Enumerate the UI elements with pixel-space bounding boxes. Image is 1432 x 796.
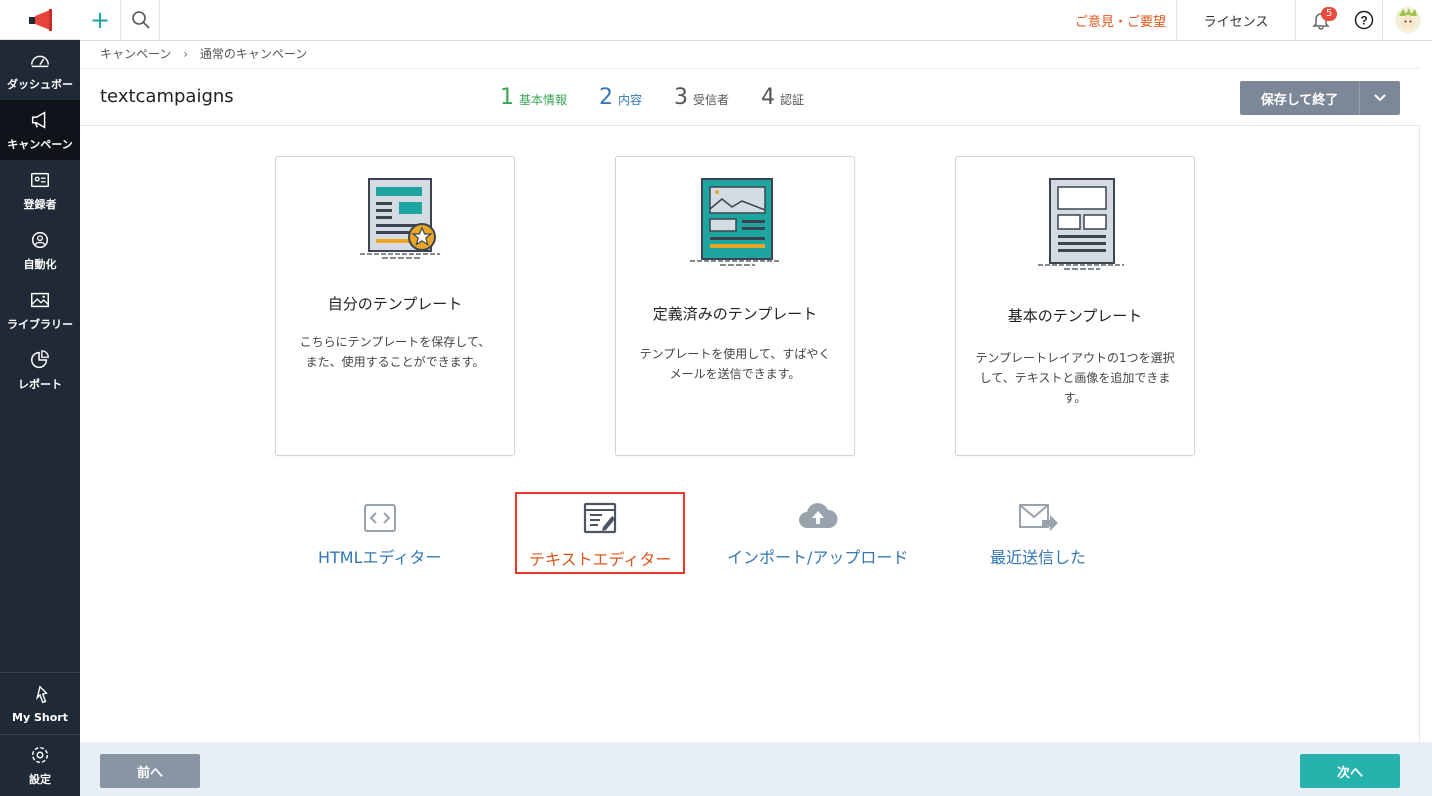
dashboard-icon <box>31 55 49 67</box>
sidebar-item-label: ライブラリー <box>7 317 73 331</box>
search-icon <box>131 11 150 29</box>
sidebar-item-label: My Short <box>12 710 68 724</box>
card-description: テンプレートレイアウトの1つを選択して、テキストと画像を追加できます。 <box>975 351 1175 405</box>
step-label: 受信者 <box>693 93 730 107</box>
my-template-icon <box>360 178 440 259</box>
card-predefined-templates[interactable]: 定義済みのテンプレート テンプレートを使用して、すばやくメールを送信できます。 <box>615 156 855 456</box>
footer-bar: 前へ 次へ <box>80 742 1432 796</box>
breadcrumb-current: 通常のキャンペーン <box>199 47 308 61</box>
sidebar-item-campaigns[interactable]: キャンペーン <box>0 100 80 160</box>
card-my-templates[interactable]: 自分のテンプレート こちらにテンプレートを保存して、また、使用することができます… <box>275 156 515 456</box>
sidebar-item-label: 設定 <box>29 773 51 786</box>
option-html-editor[interactable]: HTMLエディター <box>318 500 441 568</box>
step-number: 3 <box>674 85 689 110</box>
step-recipients[interactable]: 3 受信者 <box>674 85 729 110</box>
sidebar-item-label: 登録者 <box>23 197 57 211</box>
previous-button[interactable]: 前へ <box>100 754 200 788</box>
save-and-close-button[interactable]: 保存して終了 <box>1240 81 1400 115</box>
cloud-upload-icon <box>798 503 838 528</box>
notifications-button[interactable]: 5 <box>1296 0 1346 40</box>
step-label: 認証 <box>780 93 805 107</box>
feedback-link[interactable]: ご意見・ご要望 <box>1065 0 1176 40</box>
svg-text:?: ? <box>1360 14 1367 28</box>
campaign-header: textcampaigns 1 基本情報 2 内容 3 受信者 4 認証 保存し… <box>80 68 1420 126</box>
option-import-upload[interactable]: インポート/アップロード <box>727 500 908 568</box>
notification-badge: 5 <box>1321 7 1338 21</box>
sidebar-item-automation[interactable]: 自動化 <box>0 220 80 280</box>
library-icon <box>31 292 49 307</box>
search-button[interactable] <box>122 0 160 40</box>
option-label: HTMLエディター <box>318 548 442 567</box>
predefined-template-icon <box>690 178 780 266</box>
sidebar-item-contacts[interactable]: 登録者 <box>0 160 80 220</box>
help-button[interactable]: ? <box>1346 0 1382 40</box>
sidebar-item-label: 自動化 <box>23 257 57 271</box>
sidebar-item-dashboard[interactable]: ダッシュボー <box>0 40 80 100</box>
step-number: 2 <box>599 85 614 110</box>
sidebar-item-reports[interactable]: レポート <box>0 340 80 400</box>
step-basic-info[interactable]: 1 基本情報 <box>500 85 567 110</box>
settings-icon <box>31 746 49 764</box>
step-label: 内容 <box>618 93 643 107</box>
next-button[interactable]: 次へ <box>1300 754 1400 788</box>
sidebar: ダッシュボー キャンペーン 登録者 自動化 ライブラリー レポート My Sho… <box>0 0 80 796</box>
option-label: 最近送信した <box>990 548 1087 567</box>
mail-forward-icon <box>1019 504 1058 531</box>
create-button[interactable]: + <box>80 0 121 40</box>
user-avatar[interactable] <box>1382 0 1432 40</box>
card-basic-templates[interactable]: 基本のテンプレート テンプレートレイアウトの1つを選択して、テキストと画像を追加… <box>955 156 1195 456</box>
contacts-icon <box>31 172 49 187</box>
card-description: テンプレートを使用して、すばやくメールを送信できます。 <box>639 347 831 381</box>
breadcrumb: キャンペーン › 通常のキャンペーン <box>100 45 307 62</box>
card-title: 定義済みのテンプレート <box>652 305 818 323</box>
card-title: 自分のテンプレート <box>327 295 463 313</box>
step-review[interactable]: 4 認証 <box>761 85 804 110</box>
save-options-dropdown[interactable] <box>1360 81 1400 115</box>
sidebar-item-library[interactable]: ライブラリー <box>0 280 80 340</box>
help-icon: ? <box>1354 10 1374 30</box>
breadcrumb-root[interactable]: キャンペーン <box>100 47 171 61</box>
card-description: こちらにテンプレートを保存して、また、使用することができます。 <box>299 335 491 369</box>
step-indicator: 1 基本情報 2 内容 3 受信者 4 認証 <box>500 85 804 110</box>
sidebar-item-label: キャンペーン <box>7 137 73 151</box>
step-content[interactable]: 2 内容 <box>599 85 642 110</box>
chevron-right-icon: › <box>183 47 189 61</box>
megaphone-logo-icon <box>29 8 52 31</box>
content-divider <box>1419 126 1420 742</box>
top-bar: + ご意見・ご要望 ライセンス 5 ? <box>80 0 1432 41</box>
app-logo[interactable] <box>0 0 80 40</box>
card-title: 基本のテンプレート <box>1007 307 1143 325</box>
sidebar-item-label: ダッシュボー <box>7 77 73 91</box>
option-recently-sent[interactable]: 最近送信した <box>990 500 1086 568</box>
basic-template-icon <box>1038 178 1124 270</box>
step-number: 1 <box>500 85 514 110</box>
automation-icon <box>31 231 49 248</box>
campaign-name: textcampaigns <box>100 86 234 107</box>
plus-icon: + <box>89 6 111 34</box>
megaphone-icon <box>31 110 46 129</box>
step-label: 基本情報 <box>519 93 568 107</box>
avatar-icon <box>1394 7 1421 33</box>
code-icon <box>363 504 396 532</box>
option-label: テキストエディター <box>529 550 672 569</box>
step-number: 4 <box>761 85 776 110</box>
option-label: インポート/アップロード <box>727 548 909 567</box>
shortcut-icon <box>35 684 48 703</box>
save-and-close-label[interactable]: 保存して終了 <box>1240 81 1360 115</box>
option-text-editor[interactable]: テキストエディター <box>515 492 686 574</box>
text-editor-icon <box>584 502 617 534</box>
sidebar-item-my-shortcuts[interactable]: My Short <box>0 672 80 734</box>
sidebar-item-label: レポート <box>18 377 62 391</box>
report-icon <box>31 349 49 368</box>
sidebar-item-settings[interactable]: 設定 <box>0 734 80 796</box>
chevron-down-icon <box>1374 94 1386 102</box>
license-link[interactable]: ライセンス <box>1176 0 1296 40</box>
